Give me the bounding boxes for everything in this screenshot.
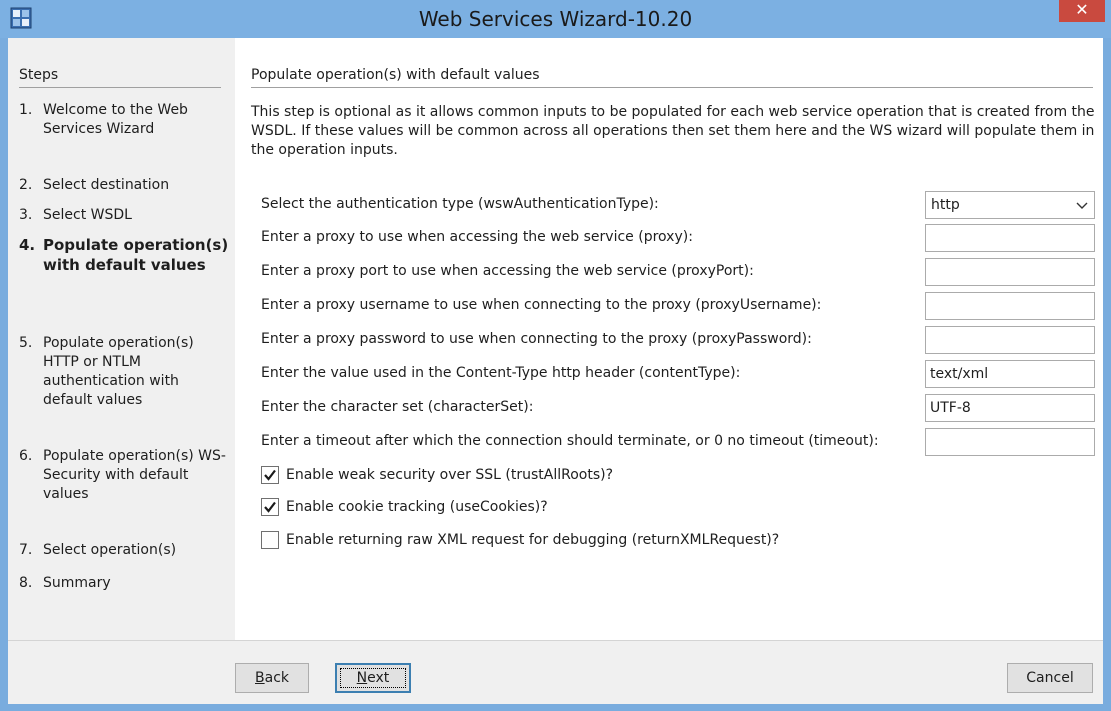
character-set-label: Enter the character set (characterSet): bbox=[261, 399, 534, 415]
steps-heading: Steps bbox=[19, 67, 221, 88]
button-bar: Back Next Cancel bbox=[8, 640, 1103, 704]
step-description: This step is optional as it allows commo… bbox=[251, 104, 1095, 158]
proxy-username-input[interactable] bbox=[925, 292, 1095, 320]
checkmark-icon bbox=[264, 469, 276, 481]
step-item-welcome: 1. Welcome to the Web Services Wizard bbox=[19, 101, 229, 139]
trust-all-roots-checkbox[interactable] bbox=[261, 466, 279, 484]
step-label: Populate operation(s) with default value… bbox=[43, 236, 229, 274]
proxy-password-label: Enter a proxy password to use when conne… bbox=[261, 331, 812, 347]
auth-type-row: Select the authentication type (wswAuthe… bbox=[261, 191, 1101, 219]
proxy-row: Enter a proxy to use when accessing the … bbox=[261, 224, 1101, 252]
step-number: 2. bbox=[19, 177, 33, 193]
step-number: 4. bbox=[19, 236, 36, 254]
trust-all-roots-label: Enable weak security over SSL (trustAllR… bbox=[286, 467, 614, 483]
step-number: 7. bbox=[19, 542, 33, 558]
step-item-populate-defaults: 4. Populate operation(s) with default va… bbox=[19, 235, 229, 275]
return-xml-request-option[interactable]: Enable returning raw XML request for deb… bbox=[261, 530, 1061, 552]
proxy-port-label: Enter a proxy port to use when accessing… bbox=[261, 263, 754, 279]
content-type-label: Enter the value used in the Content-Type… bbox=[261, 365, 741, 381]
step-label: Select operation(s) bbox=[43, 542, 177, 558]
back-mnemonic: B bbox=[255, 670, 265, 686]
chevron-down-icon bbox=[1076, 199, 1088, 211]
wizard-body: Steps 1. Welcome to the Web Services Wiz… bbox=[8, 38, 1103, 704]
character-set-input[interactable] bbox=[925, 394, 1095, 422]
use-cookies-option[interactable]: Enable cookie tracking (useCookies)? bbox=[261, 497, 1061, 519]
step-item-populate-ws-security: 6. Populate operation(s) WS-Security wit… bbox=[19, 447, 229, 504]
step-label: Select destination bbox=[43, 177, 170, 193]
auth-type-select[interactable]: http bbox=[925, 191, 1095, 219]
next-button[interactable]: Next bbox=[335, 663, 411, 693]
cancel-button[interactable]: Cancel bbox=[1007, 663, 1093, 693]
content-pane: Populate operation(s) with default value… bbox=[235, 38, 1103, 640]
timeout-input[interactable] bbox=[925, 428, 1095, 456]
proxy-password-row: Enter a proxy password to use when conne… bbox=[261, 326, 1101, 354]
return-xml-request-checkbox[interactable] bbox=[261, 531, 279, 549]
step-label: Populate operation(s) HTTP or NTLM authe… bbox=[43, 335, 194, 408]
step-item-select-destination: 2. Select destination bbox=[19, 176, 229, 195]
checkmark-icon bbox=[264, 501, 276, 513]
content-type-input[interactable] bbox=[925, 360, 1095, 388]
steps-pane: Steps 1. Welcome to the Web Services Wiz… bbox=[8, 38, 234, 640]
timeout-row: Enter a timeout after which the connecti… bbox=[261, 428, 1101, 456]
step-number: 1. bbox=[19, 102, 33, 118]
step-label: Populate operation(s) WS-Security with d… bbox=[43, 448, 226, 502]
auth-type-value: http bbox=[931, 197, 960, 213]
close-icon[interactable]: ✕ bbox=[1059, 0, 1105, 22]
step-item-populate-http-auth: 5. Populate operation(s) HTTP or NTLM au… bbox=[19, 334, 229, 410]
step-number: 6. bbox=[19, 448, 33, 464]
proxy-input[interactable] bbox=[925, 224, 1095, 252]
proxy-label: Enter a proxy to use when accessing the … bbox=[261, 229, 693, 245]
window-title: Web Services Wizard-10.20 bbox=[418, 7, 693, 31]
use-cookies-label: Enable cookie tracking (useCookies)? bbox=[286, 499, 548, 515]
focus-ring bbox=[340, 668, 406, 688]
proxy-username-label: Enter a proxy username to use when conne… bbox=[261, 297, 822, 313]
use-cookies-checkbox[interactable] bbox=[261, 498, 279, 516]
step-label: Summary bbox=[43, 575, 111, 591]
auth-type-label: Select the authentication type (wswAuthe… bbox=[261, 196, 659, 212]
step-number: 3. bbox=[19, 207, 33, 223]
page-title: Populate operation(s) with default value… bbox=[251, 67, 1093, 88]
step-label: Welcome to the Web Services Wizard bbox=[43, 102, 188, 137]
proxy-port-row: Enter a proxy port to use when accessing… bbox=[261, 258, 1101, 286]
back-label: ack bbox=[264, 670, 289, 686]
proxy-port-input[interactable] bbox=[925, 258, 1095, 286]
step-label: Select WSDL bbox=[43, 207, 132, 223]
timeout-label: Enter a timeout after which the connecti… bbox=[261, 433, 879, 449]
trust-all-roots-option[interactable]: Enable weak security over SSL (trustAllR… bbox=[261, 465, 1061, 487]
character-set-row: Enter the character set (characterSet): bbox=[261, 394, 1101, 422]
step-item-select-wsdl: 3. Select WSDL bbox=[19, 206, 229, 225]
proxy-password-input[interactable] bbox=[925, 326, 1095, 354]
back-button[interactable]: Back bbox=[235, 663, 309, 693]
step-number: 5. bbox=[19, 335, 33, 351]
step-item-select-operations: 7. Select operation(s) bbox=[19, 541, 229, 560]
return-xml-request-label: Enable returning raw XML request for deb… bbox=[286, 532, 780, 548]
title-bar[interactable]: Web Services Wizard-10.20 ✕ bbox=[0, 0, 1111, 38]
step-item-summary: 8. Summary bbox=[19, 574, 229, 593]
wizard-window: Web Services Wizard-10.20 ✕ Steps 1. Wel… bbox=[0, 0, 1111, 711]
content-type-row: Enter the value used in the Content-Type… bbox=[261, 360, 1101, 388]
proxy-username-row: Enter a proxy username to use when conne… bbox=[261, 292, 1101, 320]
step-number: 8. bbox=[19, 575, 33, 591]
